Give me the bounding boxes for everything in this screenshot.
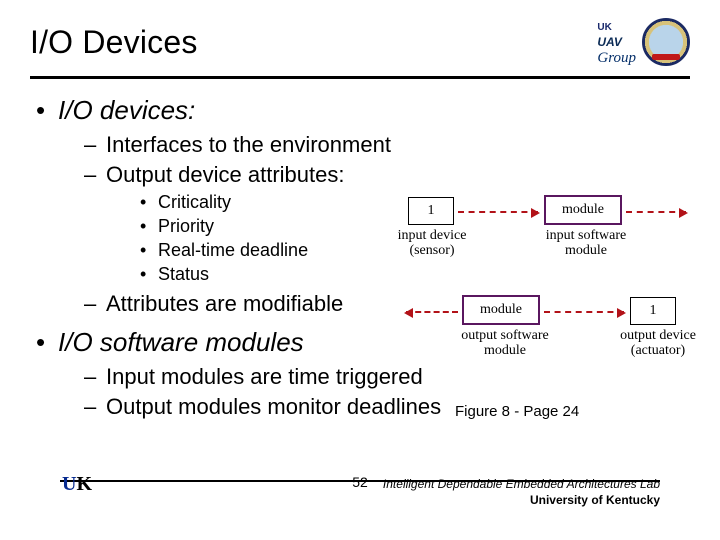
footer: UK 52 Intelligent Dependable Embedded Ar…: [0, 484, 720, 530]
output-module-label: output software module: [445, 328, 565, 359]
text: Status: [158, 264, 209, 284]
slide: I/O Devices UK UAV Group I/O devices: In…: [0, 0, 720, 540]
footer-lab: Intelligent Dependable Embedded Architec…: [383, 476, 660, 508]
text: Output device attributes:: [106, 162, 344, 187]
lab-name: Intelligent Dependable Embedded Architec…: [383, 476, 660, 492]
arrow-input-to-module: [458, 211, 538, 213]
output-module-box: module: [462, 295, 540, 325]
header: I/O Devices UK UAV Group: [30, 18, 690, 66]
figure-diagram: 1 module input device (sensor) input sof…: [400, 195, 700, 395]
input-module-box: module: [544, 195, 622, 225]
output-device-label: output device (actuator): [608, 328, 708, 359]
text: Criticality: [158, 192, 231, 212]
university-name: University of Kentucky: [383, 492, 660, 508]
text: Attributes are modifiable: [106, 291, 343, 316]
text: 1: [428, 203, 435, 219]
text: Interfaces to the environment: [106, 132, 391, 157]
text: I/O devices:: [58, 95, 195, 125]
input-device-box: 1: [408, 197, 454, 225]
group-text: Group: [597, 50, 636, 66]
text: module: [480, 302, 522, 318]
text: module: [562, 202, 604, 218]
arrow-in-bottom: [406, 311, 458, 313]
uk-uav-logo: UK UAV Group: [597, 18, 636, 66]
uk-text: UK: [597, 22, 611, 33]
text: Real-time deadline: [158, 240, 308, 260]
text: Priority: [158, 216, 214, 236]
page-title: I/O Devices: [30, 24, 198, 61]
idea-seal-icon: [642, 18, 690, 66]
text: 1: [650, 303, 657, 319]
input-device-label: input device (sensor): [382, 228, 482, 259]
text: Input modules are time triggered: [106, 364, 423, 389]
text: Output modules monitor deadlines: [106, 394, 441, 419]
text: I/O software modules: [58, 327, 304, 357]
arrow-module-out-top: [626, 211, 686, 213]
figure-caption: Figure 8 - Page 24: [455, 403, 579, 420]
bullet-output-monitor: Output modules monitor deadlines: [84, 394, 690, 420]
header-divider: [30, 76, 690, 79]
uav-text: UAV: [597, 35, 621, 49]
output-device-box: 1: [630, 297, 676, 325]
bullet-interfaces: Interfaces to the environment: [84, 132, 690, 158]
header-logos: UK UAV Group: [597, 18, 690, 66]
arrow-module-to-output: [544, 311, 624, 313]
input-module-label: input software module: [531, 228, 641, 259]
